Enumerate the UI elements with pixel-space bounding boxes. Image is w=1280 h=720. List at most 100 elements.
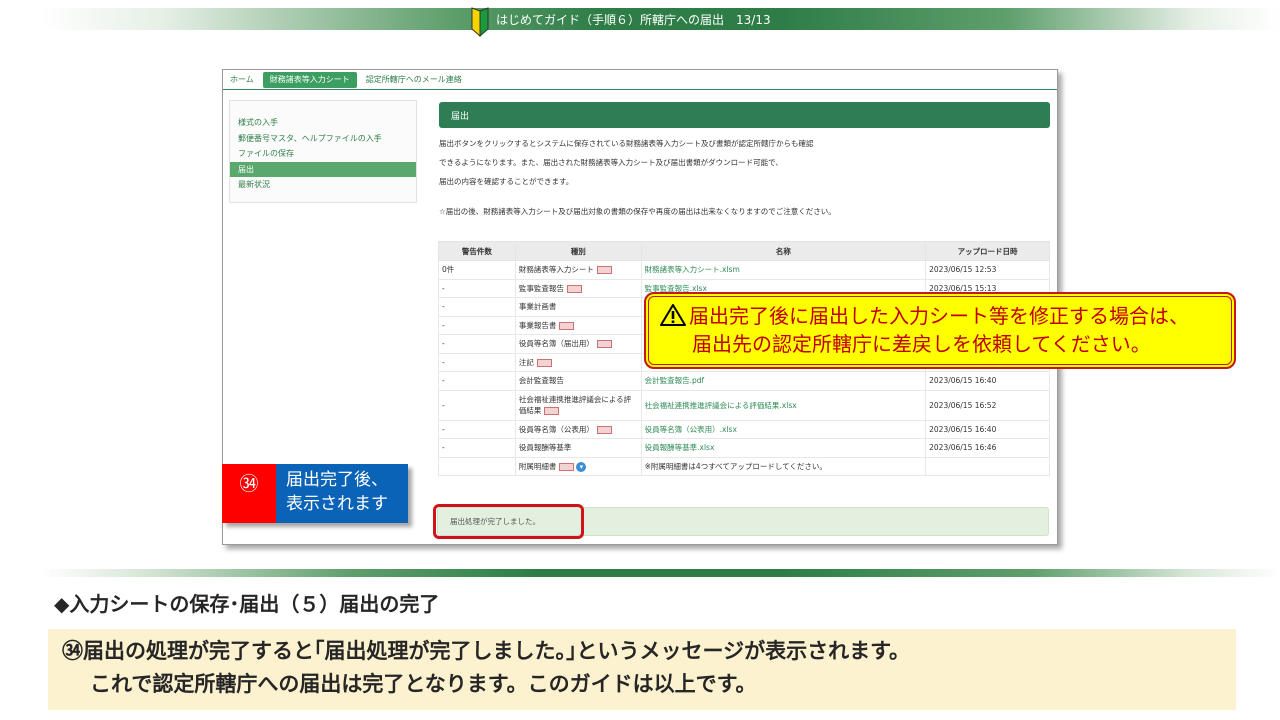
cell-date: [925, 456, 1050, 476]
required-badge-icon: [596, 425, 612, 434]
cell-count: -: [438, 371, 516, 391]
type-label: 監事監査報告: [518, 283, 564, 293]
cell-count: [438, 456, 516, 476]
sidebar-item-postal[interactable]: 郵便番号マスタ、ヘルプファイルの入手: [230, 131, 416, 147]
required-badge-icon: [559, 321, 575, 330]
description-line: 届出の内容を確認することができます。: [439, 177, 574, 186]
type-label: 社会福祉連携推進評議会による評価結果: [518, 395, 632, 415]
callout-line-2: 届出先の認定所轄庁に差戻しを依頼してください。: [692, 332, 1151, 356]
table-header-row: 警告件数 種別 名称 アップロード日時: [438, 241, 1050, 261]
cell-type: 監事監査報告: [514, 278, 642, 298]
step-number: ㉞: [222, 464, 276, 523]
slide: はじめてガイド（手順６）所轄庁への届出 13/13 ホーム 財務諸表等入力シート…: [0, 0, 1280, 720]
cell-name: 役員報酬等基準.xlsx: [640, 438, 927, 458]
header-title-text: はじめてガイド（手順６）所轄庁への届出 13/13: [496, 12, 771, 27]
explanation-line-1: ㉞届出の処理が完了すると｢届出処理が完了しました。｣というメッセージが表示されま…: [62, 639, 910, 663]
callout-line-1: 届出完了後に届出した入力シート等を修正する場合は、: [660, 302, 1226, 330]
required-badge-icon: [544, 407, 560, 415]
app-nav: ホーム 財務諸表等入力シート 認定所轄庁へのメール連絡: [223, 70, 1057, 90]
beginner-mark-icon: [471, 7, 489, 37]
table-row: 附属明細書 ▾ ※附属明細書は4つすべてアップロードしてください。: [438, 456, 1050, 476]
info-toggle-icon[interactable]: ▾: [576, 461, 587, 472]
type-label: 役員等名簿（届出用）: [518, 339, 594, 349]
type-label: 財務諸表等入力シート: [518, 265, 594, 275]
type-label: 役員等名簿（公表用）: [518, 424, 594, 434]
cell-type: 注記: [514, 352, 642, 372]
cell-date: 2023/06/15 16:52: [925, 389, 1050, 421]
cell-type: 事業報告書: [514, 315, 642, 335]
col-header: 種別: [514, 241, 642, 261]
cell-type: 附属明細書 ▾: [514, 456, 642, 476]
step-caption-line: 表示されます: [286, 494, 388, 514]
required-badge-icon: [536, 358, 552, 367]
description-line: 届出ボタンをクリックするとシステムに保存されている財務諸表等入力シート及び書類が…: [439, 139, 814, 148]
section-title: ◆入力シートの保存･届出（５）届出の完了: [54, 592, 440, 616]
cell-count: -: [438, 315, 516, 335]
panel-description: 届出ボタンをクリックするとシステムに保存されている財務諸表等入力シート及び書類が…: [439, 134, 1049, 191]
type-label: 役員報酬等基準: [518, 443, 572, 453]
sidebar-item-save[interactable]: ファイルの保存: [230, 146, 416, 162]
description-line: できるようになります。また、届出された財務諸表等入力シート及び届出書類がダウンロ…: [439, 158, 783, 167]
required-badge-icon: [596, 340, 612, 349]
cell-date: 2023/06/15 16:46: [925, 438, 1050, 458]
required-badge-icon: [596, 266, 612, 275]
cell-count: -: [438, 352, 516, 372]
step-label: ㉞ 届出完了後、 表示されます: [222, 464, 408, 523]
file-link[interactable]: 役員報酬等基準.xlsx: [645, 443, 715, 452]
cell-type: 役員等名簿（公表用）: [514, 419, 642, 439]
file-link[interactable]: 会計監査報告.pdf: [645, 376, 705, 385]
file-link[interactable]: 財務諸表等入力シート.xlsm: [645, 265, 740, 274]
cell-count: -: [438, 438, 516, 458]
type-label: 会計監査報告: [518, 376, 564, 386]
cell-name: 役員等名簿（公表用）.xlsx: [640, 419, 927, 439]
cell-date: 2023/06/15 16:40: [925, 371, 1050, 391]
cell-date: 2023/06/15 16:40: [925, 419, 1050, 439]
col-header: 名称: [640, 241, 927, 261]
col-header: 警告件数: [438, 241, 516, 261]
cell-type: 財務諸表等入力シート: [514, 260, 642, 280]
cell-type: 役員報酬等基準: [514, 438, 642, 458]
nav-home[interactable]: ホーム: [223, 70, 261, 90]
type-label: 注記: [518, 357, 534, 367]
cell-name: 財務諸表等入力シート.xlsm: [640, 260, 927, 280]
cell-count: 0件: [438, 260, 516, 280]
file-link[interactable]: 社会福祉連携推進評議会による評価結果.xlsx: [645, 401, 797, 410]
table-row: - 社会福祉連携推進評議会による評価結果 社会福祉連携推進評議会による評価結果.xl…: [438, 389, 1050, 421]
warning-callout: 届出完了後に届出した入力シート等を修正する場合は、 届出先の認定所轄庁に差戻しを…: [644, 292, 1236, 369]
cell-count: -: [438, 334, 516, 354]
table-row: 0件 財務諸表等入力シート 財務諸表等入力シート.xlsm 2023/06/15 12…: [438, 260, 1050, 280]
cell-date: 2023/06/15 12:53: [925, 260, 1050, 280]
nav-sheet[interactable]: 財務諸表等入力シート: [262, 71, 357, 88]
panel-note: ☆届出の後、財務諸表等入力シート及び届出対象の書類の保存や再度の届出は出来なくな…: [439, 207, 836, 216]
header-title: はじめてガイド（手順６）所轄庁への届出 13/13: [470, 7, 771, 37]
sidebar: 様式の入手 郵便番号マスタ、ヘルプファイルの入手 ファイルの保存 届出 最新状況: [229, 100, 417, 203]
cell-count: -: [438, 278, 516, 298]
done-highlight-frame: [433, 504, 584, 539]
col-header: アップロード日時: [925, 241, 1050, 261]
cell-name: 会計監査報告.pdf: [640, 371, 927, 391]
table-row: - 会計監査報告 会計監査報告.pdf 2023/06/15 16:40: [438, 371, 1050, 391]
step-caption: 届出完了後、 表示されます: [276, 464, 408, 523]
cell-name: ※附属明細書は4つすべてアップロードしてください。: [640, 456, 927, 476]
callout-text-1: 届出完了後に届出した入力シート等を修正する場合は、: [689, 304, 1189, 328]
type-label: 附属明細書: [518, 461, 557, 471]
type-label: 事業報告書: [518, 320, 557, 330]
type-label: 事業計画書: [518, 302, 557, 312]
file-link[interactable]: 役員等名簿（公表用）.xlsx: [645, 425, 737, 434]
sidebar-item-status[interactable]: 最新状況: [230, 177, 416, 193]
cell-count: -: [438, 297, 516, 317]
cell-type: 事業計画書: [514, 297, 642, 317]
step-caption-line: 届出完了後、: [286, 470, 388, 490]
required-badge-icon: [559, 462, 575, 471]
table-row: - 役員等名簿（公表用） 役員等名簿（公表用）.xlsx 2023/06/15 16:…: [438, 419, 1050, 439]
cell-count: -: [438, 389, 516, 421]
nav-mail[interactable]: 認定所轄庁へのメール連絡: [359, 70, 469, 90]
sidebar-item-submit[interactable]: 届出: [230, 161, 416, 177]
cell-type: 会計監査報告: [514, 371, 642, 391]
table-row: - 役員報酬等基準 役員報酬等基準.xlsx 2023/06/15 16:46: [438, 438, 1050, 458]
cell-type: 社会福祉連携推進評議会による評価結果: [514, 389, 642, 421]
cell-count: -: [438, 419, 516, 439]
warning-icon: [660, 304, 686, 326]
sidebar-item-forms[interactable]: 様式の入手: [230, 115, 416, 131]
explanation-box: ㉞届出の処理が完了すると｢届出処理が完了しました。｣というメッセージが表示されま…: [48, 629, 1236, 710]
